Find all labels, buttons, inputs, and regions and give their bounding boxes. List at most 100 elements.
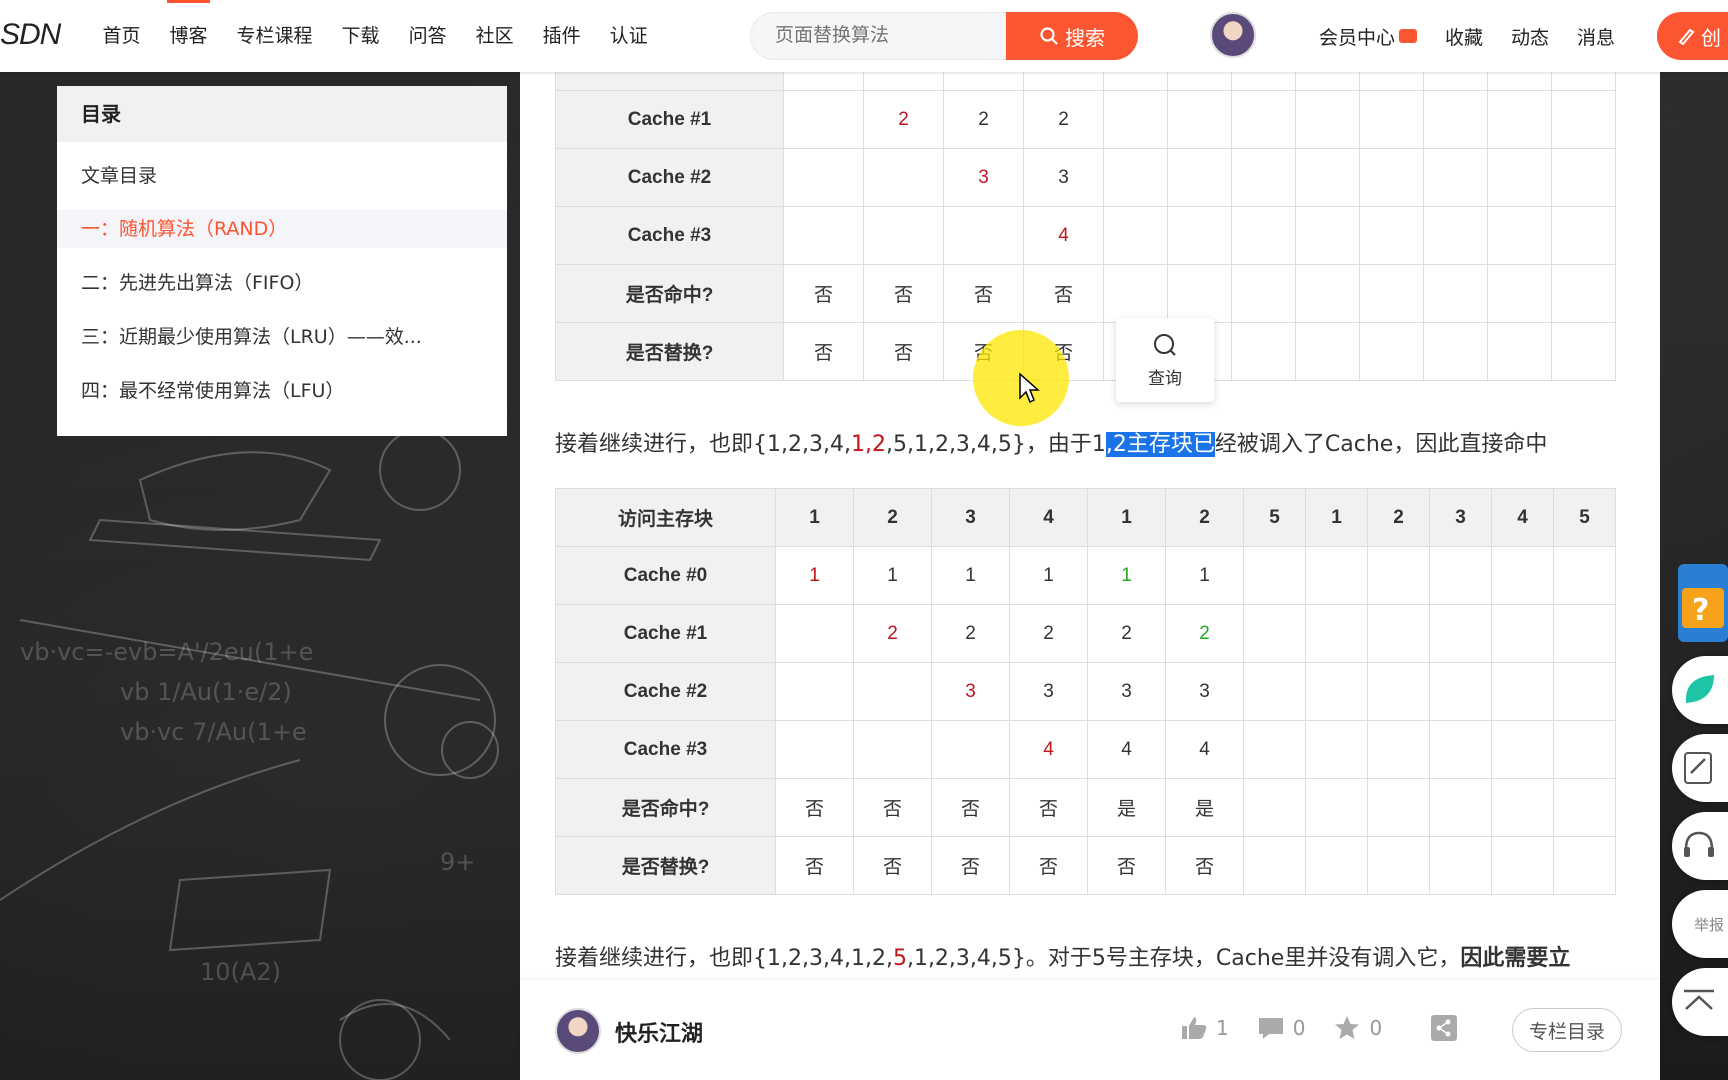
table-cell (1243, 778, 1306, 837)
nav-messages[interactable]: 消息 (1563, 23, 1629, 50)
table-cell (1551, 322, 1616, 381)
table-cell (1551, 90, 1616, 149)
nav-activity[interactable]: 动态 (1497, 23, 1563, 50)
search-input[interactable] (750, 12, 1006, 60)
table-cell: 否 (863, 264, 944, 323)
table-cell: 是 (1165, 778, 1244, 837)
svg-text:vb·vc 7/Au(1+e: vb·vc 7/Au(1+e (120, 718, 307, 746)
table-cell (1553, 604, 1616, 663)
search-icon (1040, 27, 1058, 45)
nav-vip-center[interactable]: 会员中心 (1305, 23, 1431, 50)
table-cell (1295, 264, 1360, 323)
table-cell (1359, 206, 1424, 265)
table-cell (1167, 148, 1232, 207)
table-cell (1551, 148, 1616, 207)
share-button[interactable] (1430, 1014, 1458, 1042)
author-avatar[interactable] (555, 1008, 601, 1054)
table-cell (1231, 264, 1296, 323)
table-cell: 1 (1009, 546, 1088, 605)
table-row: 是否命中? 否否否否是是 (555, 778, 1616, 837)
table-cell: 否 (1165, 836, 1244, 895)
column-directory-button[interactable]: 专栏目录 (1512, 1008, 1622, 1052)
table-cell: 否 (863, 322, 944, 381)
nav-community[interactable]: 社区 (461, 0, 528, 72)
table-cell (1551, 72, 1616, 91)
table-cell (853, 720, 932, 779)
toc-item-rand[interactable]: 一：随机算法（RAND） (57, 210, 507, 248)
article-bottom-bar: 快乐江湖 1 0 0 专栏目录 (520, 980, 1660, 1080)
user-avatar[interactable] (1210, 12, 1256, 58)
table-cell (1305, 778, 1368, 837)
comment-count: 0 (1292, 1016, 1306, 1040)
favorite-button[interactable]: 0 (1333, 1015, 1382, 1041)
table-cell (1551, 264, 1616, 323)
table-cell (943, 206, 1024, 265)
like-count: 1 (1216, 1016, 1229, 1040)
nav-certification[interactable]: 认证 (595, 0, 662, 72)
site-logo[interactable]: SDN (0, 18, 61, 52)
table-cell: 3 (1023, 148, 1104, 207)
table-cell (1551, 206, 1616, 265)
toc-item-fifo[interactable]: 二：先进先出算法（FIFO） (57, 256, 507, 310)
table-row: Cache #01111 (555, 72, 1616, 91)
table-cell (1231, 206, 1296, 265)
table-cell (1487, 322, 1552, 381)
cache-table-1: Cache #01111Cache #1222Cache #233Cache #… (555, 72, 1616, 381)
table-cell (1231, 148, 1296, 207)
selection-query-popup[interactable]: 查询 (1116, 318, 1214, 402)
table-cell (1429, 720, 1492, 779)
row-header: Cache #2 (555, 148, 784, 207)
para2-prefix: 接着继续进行，也即{1,2,3,4,1,2, (555, 946, 893, 971)
table-cell (1429, 836, 1492, 895)
nav-plugins[interactable]: 插件 (528, 0, 595, 72)
table-cell: 1 (1087, 546, 1166, 605)
table-cell: 否 (853, 778, 932, 837)
table-row: Cache #3 4 (555, 206, 1616, 265)
row-header: Cache #3 (555, 206, 784, 265)
table-cell: 1 (1165, 546, 1244, 605)
search-icon (1154, 333, 1176, 356)
right-nav: 会员中心 收藏 动态 消息 (1305, 0, 1629, 72)
mascot-icon[interactable]: ? (1672, 554, 1728, 646)
top-navbar: SDN 首页 博客 专栏课程 下载 问答 社区 插件 认证 搜索 会员中心 收藏… (0, 0, 1728, 72)
table-cell: 否 (931, 836, 1010, 895)
svg-text:?: ? (1692, 593, 1709, 628)
table-cell (1231, 322, 1296, 381)
table-cell (1359, 264, 1424, 323)
table-row: 是否替换?否否否否 (555, 322, 1616, 381)
main-nav: 首页 博客 专栏课程 下载 问答 社区 插件 认证 (88, 0, 662, 72)
row-header: 是否命中? (555, 778, 776, 837)
table-cell (1243, 662, 1306, 721)
like-button[interactable]: 1 (1180, 1015, 1229, 1041)
nav-favorites[interactable]: 收藏 (1431, 23, 1497, 50)
article-content: Cache #01111Cache #1222Cache #233Cache #… (520, 72, 1660, 980)
table-cell: 4 (1087, 720, 1166, 779)
create-button[interactable]: 创 (1657, 12, 1728, 60)
nav-qa[interactable]: 问答 (394, 0, 461, 72)
nav-blog[interactable]: 博客 (155, 0, 222, 72)
paragraph-hit: 接着继续进行，也即{1,2,3,4,1,2,5,1,2,3,4,5}，由于1,2… (555, 426, 1547, 458)
selected-text[interactable]: ,2主存块已 (1105, 432, 1215, 457)
table-cell: 否 (931, 778, 1010, 837)
author-name[interactable]: 快乐江湖 (615, 1016, 703, 1048)
comment-button[interactable]: 0 (1257, 1015, 1306, 1041)
nav-home[interactable]: 首页 (88, 0, 155, 72)
table-cell (1429, 778, 1492, 837)
table-cell (1103, 264, 1168, 323)
table-cell (1491, 662, 1554, 721)
para1-suffix: 经被调入了Cache，因此直接命中 (1214, 432, 1548, 457)
nav-courses[interactable]: 专栏课程 (222, 0, 327, 72)
toc-item-lru[interactable]: 三：近期最少使用算法（LRU）——效... (57, 310, 507, 364)
leaf-icon (1685, 675, 1714, 703)
table-cell (1231, 72, 1296, 91)
table-cell (1167, 90, 1232, 149)
svg-text:9+: 9+ (440, 848, 475, 876)
toc-item-lfu[interactable]: 四：最不经常使用算法（LFU） (57, 364, 507, 418)
column-header: 2 (1367, 488, 1430, 547)
nav-download[interactable]: 下载 (327, 0, 394, 72)
table-cell (1367, 546, 1430, 605)
search-button[interactable]: 搜索 (1006, 12, 1138, 60)
table-cell: 1 (853, 546, 932, 605)
toc-item-article[interactable]: 文章目录 (57, 142, 507, 210)
table-cell: 否 (783, 264, 864, 323)
